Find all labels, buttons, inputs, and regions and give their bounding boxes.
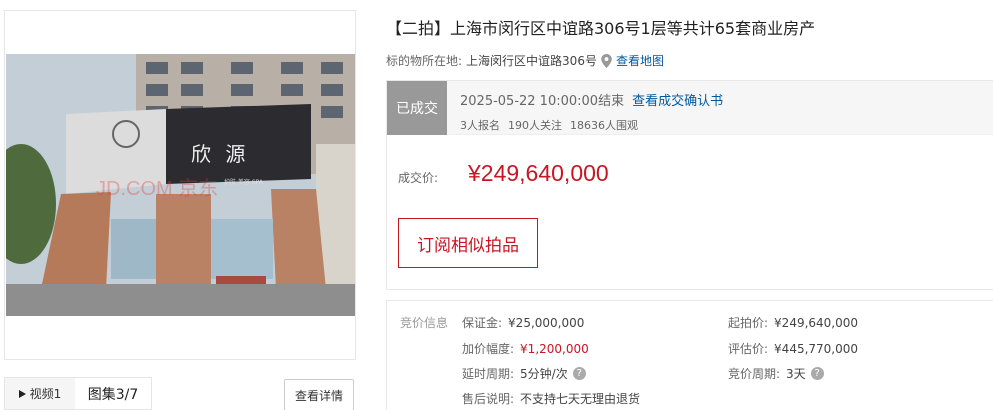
- after-sale-value: 不支持七天无理由退货: [520, 392, 641, 406]
- view-confirmation-link[interactable]: 查看成交确认书: [632, 94, 723, 109]
- end-time: 2025-05-22 10:00:00结束: [460, 94, 625, 109]
- increment-label: 加价幅度:: [462, 342, 515, 356]
- after-sale-row: 售后说明: 不支持七天无理由退货: [462, 390, 640, 407]
- tab-gallery-label: 图集3/7: [87, 386, 139, 403]
- media-tabs: 视频1 图集3/7: [4, 377, 152, 410]
- bid-cycle-label: 竞价周期:: [728, 367, 781, 381]
- image-gallery: 欣 源 护肤 美容 SPA JD.COM 京东: [4, 10, 356, 360]
- increment-value: ¥1,200,000: [520, 341, 589, 356]
- after-sale-label: 售后说明:: [462, 392, 515, 406]
- delay-label: 延时周期:: [462, 367, 515, 381]
- follower-count: 190人关注: [508, 119, 562, 132]
- status-header: 已成交 2025-05-22 10:00:00结束 查看成交确认书 3人报名 190…: [387, 81, 993, 135]
- deposit-value: ¥25,000,000: [508, 315, 585, 330]
- valuation-label: 评估价:: [728, 342, 769, 356]
- deal-price-value: ¥249,640,000: [468, 160, 609, 186]
- starting-price-row: 起拍价: ¥249,640,000: [728, 314, 858, 331]
- valuation-value: ¥445,770,000: [774, 341, 859, 356]
- view-details-button[interactable]: 查看详情: [284, 379, 354, 410]
- property-photo[interactable]: 欣 源 护肤 美容 SPA JD.COM 京东: [6, 54, 355, 316]
- deposit-label: 保证金:: [462, 316, 503, 330]
- status-badge: 已成交: [387, 81, 447, 135]
- starting-price-value: ¥249,640,000: [774, 315, 859, 330]
- deal-price-label: 成交价:: [398, 171, 439, 185]
- increment-row: 加价幅度: ¥1,200,000: [462, 340, 589, 357]
- location-address: 上海闵行区中谊路306号: [466, 54, 597, 68]
- play-icon: [18, 389, 26, 398]
- starting-price-label: 起拍价:: [728, 316, 769, 330]
- viewer-count: 18636人围观: [570, 119, 638, 132]
- auction-title: 【二拍】上海市闵行区中谊路306号1层等共计65套商业房产: [386, 19, 816, 38]
- view-map-link[interactable]: 查看地图: [616, 52, 664, 69]
- bid-cycle-row: 竞价周期: 3天 ?: [728, 365, 824, 382]
- deal-status-panel: 已成交 2025-05-22 10:00:00结束 查看成交确认书 3人报名 190…: [386, 80, 993, 290]
- delay-value: 5分钟/次: [520, 367, 568, 381]
- sign-subtext: 护肤 美容 SPA: [224, 179, 263, 186]
- deposit-row: 保证金: ¥25,000,000: [462, 314, 584, 331]
- signup-count: 3人报名: [460, 119, 500, 132]
- delay-row: 延时周期: 5分钟/次 ?: [462, 365, 586, 382]
- tab-video[interactable]: 视频1: [5, 378, 75, 409]
- help-icon[interactable]: ?: [572, 367, 586, 380]
- sign-text: 欣 源: [191, 142, 250, 166]
- tab-gallery[interactable]: 图集3/7: [75, 378, 151, 409]
- valuation-row: 评估价: ¥445,770,000: [728, 340, 858, 357]
- location-line: 标的物所在地: 上海闵行区中谊路306号 查看地图: [386, 52, 664, 69]
- tab-video-label: 视频1: [29, 387, 62, 401]
- bidding-info-panel: 竞价信息 保证金: ¥25,000,000 起拍价: ¥249,640,000 …: [386, 300, 993, 410]
- map-pin-icon: [601, 53, 612, 68]
- end-time-line: 2025-05-22 10:00:00结束 查看成交确认书: [460, 90, 723, 109]
- location-label: 标的物所在地:: [386, 54, 463, 68]
- help-icon[interactable]: ?: [810, 367, 824, 380]
- bidding-heading: 竞价信息: [400, 316, 449, 330]
- participation-stats: 3人报名 190人关注 18636人围观: [460, 117, 646, 133]
- subscribe-similar-button[interactable]: 订阅相似拍品: [398, 218, 538, 268]
- watermark: JD.COM 京东: [96, 178, 219, 200]
- bid-cycle-value: 3天: [786, 367, 806, 381]
